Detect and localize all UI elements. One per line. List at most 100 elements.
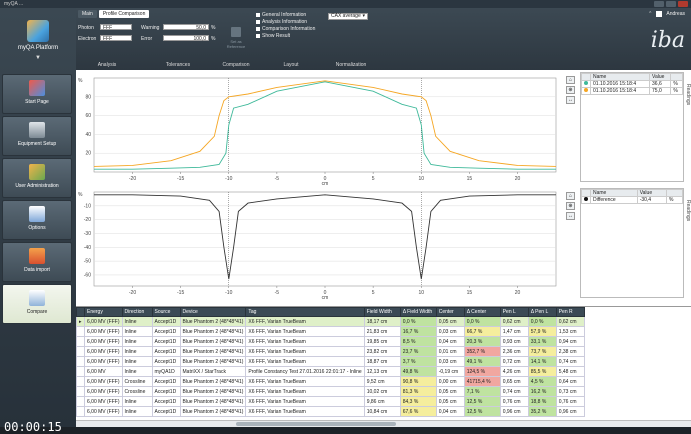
option-general-information[interactable]: General Information bbox=[256, 12, 306, 18]
table-cell: 33,1 % bbox=[527, 336, 557, 347]
nav-data-import[interactable]: Data import bbox=[2, 242, 72, 282]
profile-chart[interactable]: 20406080-20 -15 -10 -5 0 5 10 15 20%cm bbox=[76, 74, 562, 186]
warning-input[interactable]: 50,0 bbox=[163, 24, 209, 31]
column-header[interactable]: Tag bbox=[245, 307, 365, 317]
column-header[interactable]: Center bbox=[435, 307, 465, 317]
reading-row[interactable]: 01.10.2016 15:18:4 75,0 % bbox=[581, 87, 683, 95]
table-cell: 10,84 cm bbox=[363, 406, 401, 417]
warning-label: Warning bbox=[141, 25, 160, 31]
set-as-reference-button[interactable]: Set as Reference bbox=[224, 25, 248, 57]
column-header[interactable]: Pen L bbox=[499, 307, 529, 317]
fit-icon[interactable]: ↔ bbox=[566, 96, 575, 104]
table-cell: 2,36 cm bbox=[499, 346, 529, 357]
electron-select[interactable]: FFF bbox=[100, 35, 132, 42]
table-row[interactable]: ▸ 6,00 MV (FFF) Inline Accept1D Blue Phantom… bbox=[76, 316, 585, 327]
ribbon: Main Profile Comparison ⌃ Andreas iba Ph… bbox=[76, 8, 691, 70]
reading-row[interactable]: Difference -30,4 % bbox=[581, 196, 683, 204]
column-header[interactable]: Energy bbox=[84, 307, 123, 317]
table-cell: Inline bbox=[121, 346, 153, 357]
table-cell: 6,00 MV (FFF) bbox=[84, 336, 123, 347]
column-header[interactable]: Δ Pen L bbox=[527, 307, 557, 317]
user-name: Andreas bbox=[666, 11, 685, 17]
table-row[interactable]: 6,00 MV (FFF) Crossline Accept1D Blue Phant… bbox=[76, 376, 585, 387]
error-field: Error 100,0 % bbox=[141, 35, 215, 42]
table-cell: X6 FFF, Varian TrueBeam bbox=[245, 376, 365, 387]
table-cell: X6 FFF, Varian TrueBeam bbox=[245, 326, 365, 337]
table-row[interactable]: 6,00 MV (FFF) Crossline Accept1D Blue Phant… bbox=[76, 386, 585, 397]
readings-side-label[interactable]: Readings bbox=[685, 200, 691, 221]
option-show-result[interactable]: Show Result bbox=[256, 33, 290, 39]
maximize-icon[interactable] bbox=[666, 1, 676, 7]
table-cell: 6,00 MV (FFF) bbox=[84, 386, 123, 397]
tab-main[interactable]: Main bbox=[78, 10, 97, 18]
zoom-icon[interactable]: ⊕ bbox=[566, 202, 575, 210]
normalization-select[interactable]: CAX average ▾ bbox=[328, 13, 368, 20]
results-table: Energy Direction Source Device Tag Field Widt… bbox=[76, 307, 585, 417]
x-tick-label: 15 bbox=[467, 290, 473, 296]
error-input[interactable]: 100,0 bbox=[163, 35, 209, 42]
table-cell: 18,8 % bbox=[527, 396, 557, 407]
column-header[interactable]: Direction bbox=[121, 307, 153, 317]
x-tick-label: -15 bbox=[177, 290, 184, 296]
table-cell: 18,87 cm bbox=[363, 356, 401, 367]
nav-start-page[interactable]: Start Page bbox=[2, 74, 72, 114]
table-cell: 73,7 % bbox=[527, 346, 557, 357]
table-cell: Blue Phantom 2 (48*48*41) bbox=[179, 356, 247, 367]
nav-equipment-setup[interactable]: Equipment Setup bbox=[2, 116, 72, 156]
user-area[interactable]: ⌃ Andreas bbox=[648, 11, 685, 17]
photon-field: Photon FFF bbox=[78, 24, 132, 31]
x-tick-label: -5 bbox=[275, 176, 280, 182]
table-cell: Blue Phantom 2 (48*48*41) bbox=[179, 346, 247, 357]
scrollbar-thumb[interactable] bbox=[236, 422, 396, 426]
table-row[interactable]: 6,00 MV (FFF) Inline Accept1D Blue Phantom … bbox=[76, 356, 585, 367]
platform-menu[interactable]: myQA Platform ▼ bbox=[0, 8, 76, 74]
nav-label: Options bbox=[28, 225, 46, 231]
table-cell: 12,5 % bbox=[463, 406, 501, 417]
home-icon[interactable]: ⌂ bbox=[566, 76, 575, 84]
row-marker bbox=[76, 376, 85, 387]
option-comparison-information[interactable]: Comparison Information bbox=[256, 26, 315, 32]
column-header[interactable]: Δ Center bbox=[463, 307, 501, 317]
table-cell: 85,5 % bbox=[527, 366, 557, 377]
table-row[interactable]: 6,00 MV Inline myQA1D MatriXX / StarTrack Pr… bbox=[76, 366, 585, 377]
table-cell: 0,03 cm bbox=[435, 356, 465, 367]
table-cell: -0,19 cm bbox=[435, 366, 465, 377]
home-icon[interactable]: ⌂ bbox=[566, 192, 575, 200]
option-analysis-information[interactable]: Analysis Information bbox=[256, 19, 307, 25]
expand-icon[interactable]: ⌃ bbox=[648, 11, 652, 17]
zoom-icon[interactable]: ⊕ bbox=[566, 86, 575, 94]
nav-user-administration[interactable]: User Administration bbox=[2, 158, 72, 198]
column-header[interactable]: Field Width bbox=[363, 307, 401, 317]
table-row[interactable]: 6,00 MV (FFF) Inline Accept1D Blue Phantom … bbox=[76, 406, 585, 417]
nav-compare[interactable]: Compare bbox=[2, 284, 72, 324]
minimize-icon[interactable] bbox=[654, 1, 664, 7]
fit-icon[interactable]: ↔ bbox=[566, 212, 575, 220]
nav-options[interactable]: Options bbox=[2, 200, 72, 240]
start-page-icon bbox=[29, 80, 45, 96]
window-title: myQA ... bbox=[4, 1, 24, 7]
close-icon[interactable] bbox=[678, 1, 688, 7]
horizontal-scrollbar[interactable] bbox=[76, 420, 691, 427]
table-cell: Accept1D bbox=[151, 396, 181, 407]
table-row[interactable]: 6,00 MV (FFF) Inline Accept1D Blue Phantom … bbox=[76, 326, 585, 337]
column-header[interactable]: Pen R bbox=[555, 307, 585, 317]
photon-select[interactable]: FFF bbox=[100, 24, 132, 31]
table-cell: Inline bbox=[121, 336, 153, 347]
table-cell: 0,0 % bbox=[527, 316, 557, 327]
column-header[interactable]: Source bbox=[151, 307, 181, 317]
column-header[interactable]: Device bbox=[179, 307, 247, 317]
checklist-icon bbox=[29, 206, 45, 222]
reading-row[interactable]: 01.10.2016 15:18:4 36,6 % bbox=[581, 80, 683, 88]
column-header[interactable]: Δ Field Width bbox=[399, 307, 437, 317]
readings-side-label[interactable]: Readings bbox=[685, 84, 691, 105]
checkbox-icon bbox=[256, 26, 260, 31]
readings-panel-top: Name Value 01.10.2016 15:18:4 36,6 % 01.1… bbox=[580, 72, 684, 182]
chevron-down-icon[interactable]: ▼ bbox=[0, 55, 76, 61]
table-row[interactable]: 6,00 MV (FFF) Inline Accept1D Blue Phantom … bbox=[76, 336, 585, 347]
table-cell: 6,00 MV (FFF) bbox=[84, 376, 123, 387]
table-row[interactable]: 6,00 MV (FFF) Inline Accept1D Blue Phantom … bbox=[76, 396, 585, 407]
tab-profile-comparison[interactable]: Profile Comparison bbox=[98, 10, 150, 18]
difference-chart[interactable]: -10-20-30-40-50-60-20 -15 -10 -5 0 5 10 15 20%cm bbox=[76, 188, 562, 300]
table-row[interactable]: 6,00 MV (FFF) Inline Accept1D Blue Phantom … bbox=[76, 346, 585, 357]
plot-area: 20 40 60 80 -20 -15 -10 -5 0 5 10 15 20% cm ⌂ ⊕ ↔ Nam… bbox=[76, 70, 691, 306]
